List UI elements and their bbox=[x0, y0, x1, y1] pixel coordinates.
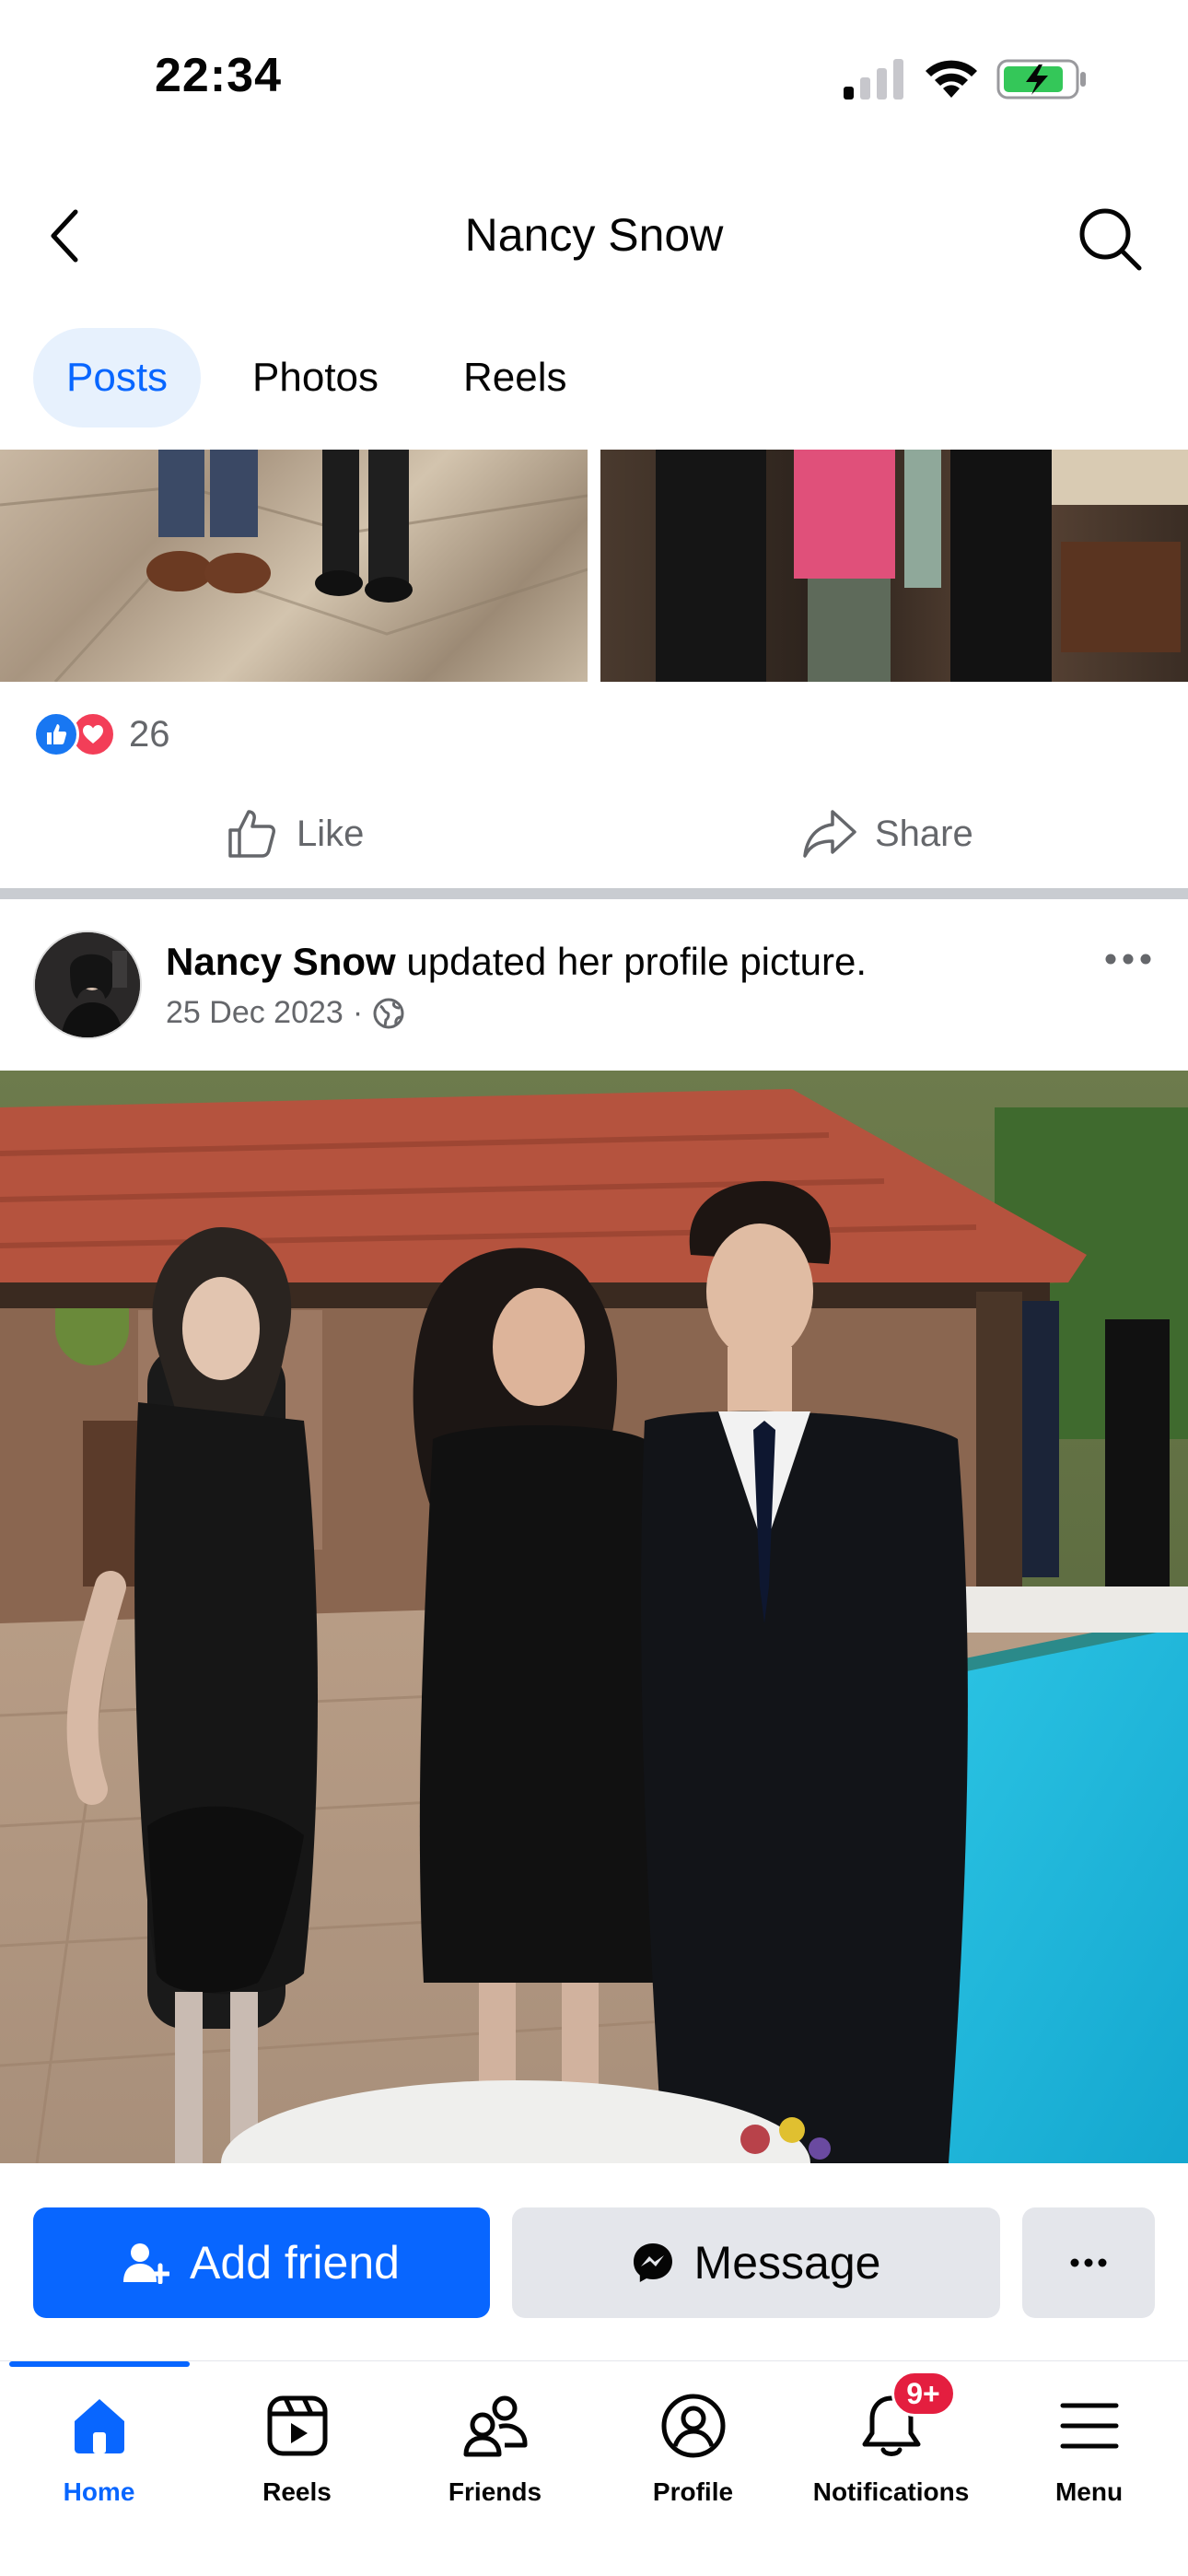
post-photo[interactable] bbox=[0, 1071, 1188, 2163]
status-time: 22:34 bbox=[155, 49, 282, 102]
profile-action-bar: Add friend Message bbox=[0, 2163, 1188, 2366]
add-friend-label: Add friend bbox=[190, 2237, 400, 2289]
thumbs-up-icon bbox=[228, 810, 275, 858]
tab-photos[interactable]: Photos bbox=[219, 328, 412, 427]
friends-icon bbox=[463, 2395, 527, 2457]
post-photo-thumbnail[interactable] bbox=[600, 450, 1188, 682]
home-icon bbox=[74, 2399, 124, 2453]
share-icon bbox=[803, 810, 856, 858]
nav-notifications-label: Notifications bbox=[812, 2477, 970, 2506]
share-label: Share bbox=[875, 813, 973, 854]
nav-menu[interactable]: Menu bbox=[990, 2389, 1188, 2527]
nav-profile[interactable]: Profile bbox=[594, 2389, 792, 2527]
cellular-signal-icon bbox=[844, 59, 903, 100]
globe-icon bbox=[373, 998, 404, 1028]
nav-home[interactable]: Home bbox=[0, 2389, 198, 2527]
post-photo-thumbnail[interactable] bbox=[0, 450, 588, 682]
search-button[interactable] bbox=[1068, 197, 1151, 280]
like-button[interactable]: Like bbox=[225, 792, 364, 875]
add-friend-icon bbox=[123, 2243, 170, 2284]
page-title: Nancy Snow bbox=[464, 209, 724, 261]
profile-header: Nancy Snow bbox=[0, 157, 1188, 313]
nav-friends-label: Friends bbox=[448, 2477, 542, 2506]
reels-icon bbox=[267, 2395, 327, 2456]
nav-home-label: Home bbox=[63, 2477, 135, 2506]
nav-reels-label: Reels bbox=[262, 2477, 332, 2506]
nav-profile-label: Profile bbox=[652, 2477, 734, 2506]
like-label: Like bbox=[297, 813, 365, 854]
reaction-count: 26 bbox=[129, 713, 170, 755]
avatar-image bbox=[35, 932, 140, 1037]
add-friend-button[interactable]: Add friend bbox=[33, 2207, 490, 2318]
wifi-icon bbox=[926, 60, 977, 98]
avatar[interactable] bbox=[33, 931, 142, 1039]
message-label: Message bbox=[693, 2237, 881, 2289]
more-options-button[interactable] bbox=[1022, 2207, 1155, 2318]
search-icon bbox=[1079, 208, 1142, 271]
battery-charging-icon bbox=[996, 59, 1086, 100]
tab-reels[interactable]: Reels bbox=[430, 328, 600, 427]
previous-post-photos bbox=[0, 450, 1188, 682]
menu-icon bbox=[1060, 2403, 1118, 2449]
bottom-navigation: Home Reels Friends Profile 9+ Notificati… bbox=[0, 2360, 1188, 2576]
meta-separator: · bbox=[352, 995, 364, 1030]
post-options-button[interactable] bbox=[1096, 936, 1160, 982]
post-action-text: updated her profile picture. bbox=[395, 940, 868, 983]
post-date[interactable]: 25 Dec 2023 bbox=[166, 995, 344, 1031]
reaction-summary[interactable]: 26 bbox=[33, 709, 170, 759]
notification-badge: 9+ bbox=[891, 2371, 956, 2417]
post-header: Nancy Snow updated her profile picture. … bbox=[0, 912, 1188, 1050]
nav-notifications[interactable]: 9+ Notifications bbox=[792, 2371, 990, 2527]
status-bar: 22:34 bbox=[0, 0, 1188, 157]
nav-friends[interactable]: Friends bbox=[396, 2389, 594, 2527]
photo-three-people-by-pool bbox=[0, 1071, 1188, 2163]
photo-feet-on-stone bbox=[0, 450, 588, 682]
post-actions: Like Share bbox=[0, 792, 1188, 875]
tab-posts[interactable]: Posts bbox=[33, 328, 202, 427]
more-horizontal-icon bbox=[1105, 954, 1151, 965]
message-button[interactable]: Message bbox=[512, 2207, 1000, 2318]
profile-icon bbox=[661, 2394, 725, 2458]
messenger-icon bbox=[633, 2243, 672, 2282]
nav-menu-label: Menu bbox=[1054, 2477, 1124, 2506]
more-horizontal-icon bbox=[1070, 2258, 1107, 2267]
post-headline: Nancy Snow updated her profile picture. bbox=[166, 940, 867, 984]
like-reaction-icon bbox=[33, 711, 79, 757]
active-tab-indicator bbox=[9, 2361, 190, 2367]
post-meta: 25 Dec 2023 · bbox=[166, 995, 405, 1031]
photo-people-at-restaurant bbox=[656, 450, 1188, 682]
post-divider bbox=[0, 888, 1188, 899]
post-author[interactable]: Nancy Snow bbox=[166, 940, 396, 983]
nav-reels[interactable]: Reels bbox=[198, 2389, 396, 2527]
share-button[interactable]: Share bbox=[801, 792, 973, 875]
profile-tabs: Posts Photos Reels bbox=[33, 328, 600, 429]
